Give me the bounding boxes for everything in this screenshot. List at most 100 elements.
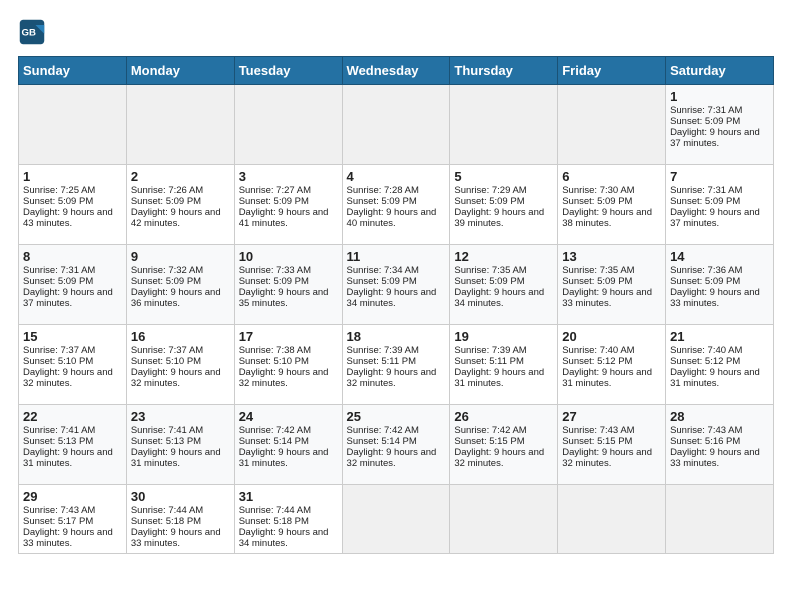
calendar-cell [126, 85, 234, 165]
sunrise-text: Sunrise: 7:44 AM [131, 505, 203, 516]
sunrise-text: Sunrise: 7:31 AM [670, 105, 742, 116]
calendar-cell [558, 85, 666, 165]
day-number: 11 [347, 249, 446, 264]
day-number: 14 [670, 249, 769, 264]
sunrise-text: Sunrise: 7:29 AM [454, 185, 526, 196]
daylight-text: Daylight: 9 hours and 33 minutes. [131, 527, 221, 549]
page-container: GB SundayMondayTuesdayWednesdayThursdayF… [0, 0, 792, 564]
day-number: 26 [454, 409, 553, 424]
daylight-text: Daylight: 9 hours and 34 minutes. [454, 287, 544, 309]
sunset-text: Sunset: 5:09 PM [347, 276, 417, 287]
sunrise-text: Sunrise: 7:42 AM [454, 425, 526, 436]
calendar-cell: 7Sunrise: 7:31 AMSunset: 5:09 PMDaylight… [666, 165, 774, 245]
sunset-text: Sunset: 5:10 PM [23, 356, 93, 367]
day-number: 22 [23, 409, 122, 424]
calendar-cell: 1Sunrise: 7:25 AMSunset: 5:09 PMDaylight… [19, 165, 127, 245]
day-number: 24 [239, 409, 338, 424]
day-number: 17 [239, 329, 338, 344]
header-day-monday: Monday [126, 57, 234, 85]
calendar-cell: 14Sunrise: 7:36 AMSunset: 5:09 PMDayligh… [666, 245, 774, 325]
sunset-text: Sunset: 5:11 PM [347, 356, 417, 367]
calendar-week-4: 22Sunrise: 7:41 AMSunset: 5:13 PMDayligh… [19, 405, 774, 485]
sunrise-text: Sunrise: 7:43 AM [670, 425, 742, 436]
sunset-text: Sunset: 5:09 PM [23, 196, 93, 207]
logo-icon: GB [18, 18, 46, 46]
calendar-cell [450, 85, 558, 165]
daylight-text: Daylight: 9 hours and 39 minutes. [454, 207, 544, 229]
sunset-text: Sunset: 5:09 PM [454, 276, 524, 287]
sunrise-text: Sunrise: 7:44 AM [239, 505, 311, 516]
sunrise-text: Sunrise: 7:27 AM [239, 185, 311, 196]
calendar-cell: 10Sunrise: 7:33 AMSunset: 5:09 PMDayligh… [234, 245, 342, 325]
day-number: 19 [454, 329, 553, 344]
sunrise-text: Sunrise: 7:35 AM [562, 265, 634, 276]
sunrise-text: Sunrise: 7:43 AM [23, 505, 95, 516]
daylight-text: Daylight: 9 hours and 43 minutes. [23, 207, 113, 229]
day-number: 27 [562, 409, 661, 424]
day-number: 1 [670, 89, 769, 104]
header-day-wednesday: Wednesday [342, 57, 450, 85]
daylight-text: Daylight: 9 hours and 33 minutes. [562, 287, 652, 309]
sunrise-text: Sunrise: 7:31 AM [670, 185, 742, 196]
calendar-cell [342, 485, 450, 554]
daylight-text: Daylight: 9 hours and 32 minutes. [562, 447, 652, 469]
day-number: 2 [131, 169, 230, 184]
header-day-thursday: Thursday [450, 57, 558, 85]
calendar-cell: 29Sunrise: 7:43 AMSunset: 5:17 PMDayligh… [19, 485, 127, 554]
sunrise-text: Sunrise: 7:32 AM [131, 265, 203, 276]
calendar-cell: 27Sunrise: 7:43 AMSunset: 5:15 PMDayligh… [558, 405, 666, 485]
calendar-cell [450, 485, 558, 554]
sunrise-text: Sunrise: 7:43 AM [562, 425, 634, 436]
calendar-body: 1Sunrise: 7:31 AMSunset: 5:09 PMDaylight… [19, 85, 774, 554]
sunset-text: Sunset: 5:15 PM [562, 436, 632, 447]
sunset-text: Sunset: 5:09 PM [670, 276, 740, 287]
daylight-text: Daylight: 9 hours and 33 minutes. [23, 527, 113, 549]
sunrise-text: Sunrise: 7:39 AM [347, 345, 419, 356]
daylight-text: Daylight: 9 hours and 32 minutes. [239, 367, 329, 389]
sunrise-text: Sunrise: 7:37 AM [131, 345, 203, 356]
calendar-cell: 3Sunrise: 7:27 AMSunset: 5:09 PMDaylight… [234, 165, 342, 245]
sunrise-text: Sunrise: 7:41 AM [23, 425, 95, 436]
sunset-text: Sunset: 5:14 PM [239, 436, 309, 447]
day-number: 20 [562, 329, 661, 344]
sunset-text: Sunset: 5:09 PM [131, 276, 201, 287]
sunset-text: Sunset: 5:14 PM [347, 436, 417, 447]
calendar-cell: 4Sunrise: 7:28 AMSunset: 5:09 PMDaylight… [342, 165, 450, 245]
calendar-cell: 26Sunrise: 7:42 AMSunset: 5:15 PMDayligh… [450, 405, 558, 485]
sunset-text: Sunset: 5:09 PM [131, 196, 201, 207]
sunset-text: Sunset: 5:09 PM [562, 196, 632, 207]
daylight-text: Daylight: 9 hours and 34 minutes. [239, 527, 329, 549]
day-number: 15 [23, 329, 122, 344]
sunrise-text: Sunrise: 7:40 AM [670, 345, 742, 356]
daylight-text: Daylight: 9 hours and 31 minutes. [562, 367, 652, 389]
calendar-cell: 28Sunrise: 7:43 AMSunset: 5:16 PMDayligh… [666, 405, 774, 485]
sunset-text: Sunset: 5:13 PM [23, 436, 93, 447]
calendar-cell [558, 485, 666, 554]
calendar-header: SundayMondayTuesdayWednesdayThursdayFrid… [19, 57, 774, 85]
calendar-cell: 5Sunrise: 7:29 AMSunset: 5:09 PMDaylight… [450, 165, 558, 245]
day-number: 3 [239, 169, 338, 184]
calendar-cell: 9Sunrise: 7:32 AMSunset: 5:09 PMDaylight… [126, 245, 234, 325]
day-number: 10 [239, 249, 338, 264]
daylight-text: Daylight: 9 hours and 31 minutes. [239, 447, 329, 469]
day-number: 13 [562, 249, 661, 264]
calendar-cell [234, 85, 342, 165]
calendar-cell: 30Sunrise: 7:44 AMSunset: 5:18 PMDayligh… [126, 485, 234, 554]
day-number: 5 [454, 169, 553, 184]
sunset-text: Sunset: 5:13 PM [131, 436, 201, 447]
logo: GB [18, 18, 50, 46]
sunrise-text: Sunrise: 7:38 AM [239, 345, 311, 356]
sunrise-text: Sunrise: 7:39 AM [454, 345, 526, 356]
day-number: 12 [454, 249, 553, 264]
day-number: 28 [670, 409, 769, 424]
daylight-text: Daylight: 9 hours and 31 minutes. [454, 367, 544, 389]
day-number: 31 [239, 489, 338, 504]
day-number: 18 [347, 329, 446, 344]
sunrise-text: Sunrise: 7:28 AM [347, 185, 419, 196]
header-day-sunday: Sunday [19, 57, 127, 85]
daylight-text: Daylight: 9 hours and 36 minutes. [131, 287, 221, 309]
daylight-text: Daylight: 9 hours and 37 minutes. [670, 207, 760, 229]
calendar-cell [19, 85, 127, 165]
sunset-text: Sunset: 5:11 PM [454, 356, 524, 367]
sunset-text: Sunset: 5:16 PM [670, 436, 740, 447]
